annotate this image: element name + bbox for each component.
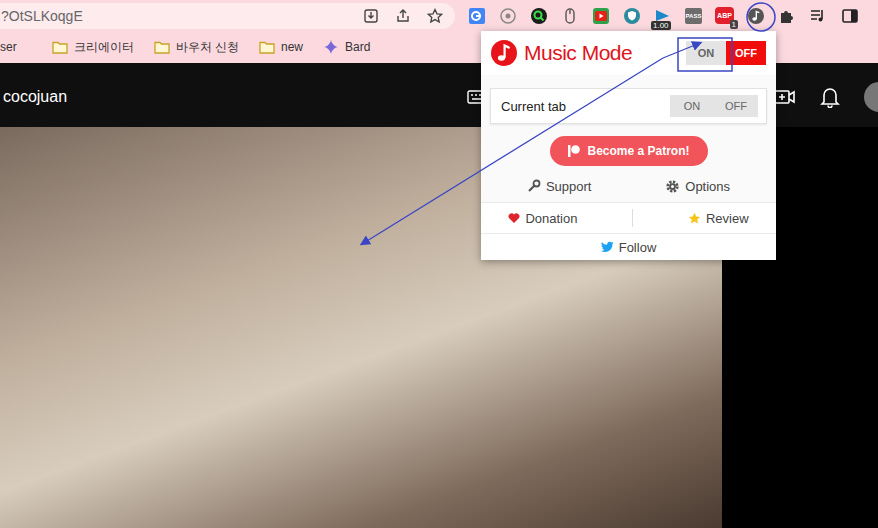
gear-icon xyxy=(665,179,680,194)
toggle-off[interactable]: OFF xyxy=(714,95,758,117)
extension-button[interactable]: PASS xyxy=(678,2,709,30)
patreon-icon xyxy=(567,144,581,158)
install-icon[interactable] xyxy=(363,8,379,24)
puzzle-icon xyxy=(778,7,796,25)
toolbar: ?OtSLKoqgE 1.00 PASS ABP 1 xyxy=(0,0,878,31)
extension-button[interactable] xyxy=(740,2,771,30)
media-control-icon xyxy=(809,7,827,25)
master-toggle[interactable]: ON OFF xyxy=(686,41,766,65)
create-video-icon[interactable] xyxy=(774,88,796,106)
toggle-off[interactable]: OFF xyxy=(726,41,766,65)
side-panel-icon xyxy=(841,7,859,25)
star-icon[interactable] xyxy=(427,8,443,24)
footer-links: Donation Review xyxy=(481,202,776,233)
bookmark-item[interactable]: ser xyxy=(0,40,17,54)
bookmark-label: 바우처 신청 xyxy=(176,39,239,56)
folder-icon xyxy=(259,40,275,54)
highlight-box xyxy=(678,38,732,71)
video-icon xyxy=(592,7,610,25)
mouse-icon xyxy=(561,7,579,25)
extension-badge: 1.00 xyxy=(651,21,671,30)
popup-body: Current tab ON OFF Become a Patron! Supp… xyxy=(481,75,776,202)
address-bar[interactable]: ?OtSLKoqgE xyxy=(0,3,455,29)
shield-icon xyxy=(623,7,641,25)
star-icon xyxy=(688,212,701,225)
follow-link[interactable]: Follow xyxy=(481,233,776,260)
share-icon[interactable] xyxy=(395,8,411,24)
popup-link[interactable]: Donation xyxy=(508,211,577,226)
account-avatar[interactable] xyxy=(864,82,878,112)
bookmark-label: new xyxy=(281,40,303,54)
bookmark-item[interactable]: 크리에이터 xyxy=(52,39,134,56)
music-logo-icon xyxy=(490,39,518,67)
annotation-arrow xyxy=(362,58,663,244)
bookmark-label: 크리에이터 xyxy=(74,39,134,56)
extension-button[interactable]: ABP 1 xyxy=(709,2,740,30)
extension-button[interactable] xyxy=(616,2,647,30)
extension-button[interactable] xyxy=(585,2,616,30)
extension-popup: Music Mode ON OFF Current tab ON OFF Bec… xyxy=(481,31,776,260)
bookmark-label: Bard xyxy=(345,40,370,54)
extension-button[interactable] xyxy=(523,2,554,30)
extension-badge: 1 xyxy=(730,20,738,29)
heart-icon xyxy=(508,212,520,224)
patron-button[interactable]: Become a Patron! xyxy=(550,136,708,166)
toggle-on[interactable]: ON xyxy=(670,95,714,117)
bookmark-item[interactable]: 바우처 신청 xyxy=(154,39,239,56)
extension-button[interactable] xyxy=(554,2,585,30)
extension-button[interactable] xyxy=(492,2,523,30)
extensions-bar: 1.00 PASS ABP 1 xyxy=(461,0,866,31)
twitter-bird-icon xyxy=(601,241,614,253)
current-tab-label: Current tab xyxy=(501,99,566,114)
extension-button[interactable] xyxy=(771,2,802,30)
wrench-icon xyxy=(527,179,541,193)
url-text: ?OtSLKoqgE xyxy=(0,8,83,24)
side-panel-button[interactable] xyxy=(834,2,866,30)
extension-button[interactable]: 1.00 xyxy=(647,2,678,30)
annotation-overlay xyxy=(0,0,878,528)
toggle-on[interactable]: ON xyxy=(686,41,726,65)
bell-icon[interactable] xyxy=(820,86,840,108)
media-button[interactable] xyxy=(802,2,834,30)
current-tab-row: Current tab ON OFF xyxy=(490,88,767,124)
popup-header: Music Mode ON OFF xyxy=(481,31,776,75)
magnifier-icon xyxy=(530,7,548,25)
popup-link[interactable]: Support xyxy=(527,179,592,194)
annotation-arrow xyxy=(663,43,700,58)
highlight-circle xyxy=(747,3,775,31)
bookmark-item[interactable]: Bard xyxy=(323,39,370,55)
music-note-icon xyxy=(747,7,765,25)
browser-window: ?OtSLKoqgE 1.00 PASS ABP 1 ser 크리에이터 바우처 … xyxy=(0,0,878,528)
bookmark-item[interactable]: new xyxy=(259,40,303,54)
flower-icon xyxy=(499,7,517,25)
extension-button[interactable] xyxy=(461,2,492,30)
divider xyxy=(632,209,633,227)
folder-icon xyxy=(154,40,170,54)
bookmark-label: ser xyxy=(0,40,17,54)
links-row: Support Options xyxy=(490,172,767,202)
popup-title: Music Mode xyxy=(524,41,632,65)
pass-icon: PASS xyxy=(685,8,703,24)
translate-icon xyxy=(468,7,486,25)
bard-sparkle-icon xyxy=(323,39,339,55)
current-tab-toggle[interactable]: ON OFF xyxy=(670,95,758,117)
popup-link[interactable]: Review xyxy=(688,211,749,226)
popup-link[interactable]: Options xyxy=(665,179,730,194)
channel-name[interactable]: cocojuan xyxy=(3,88,443,106)
folder-icon xyxy=(52,40,68,54)
